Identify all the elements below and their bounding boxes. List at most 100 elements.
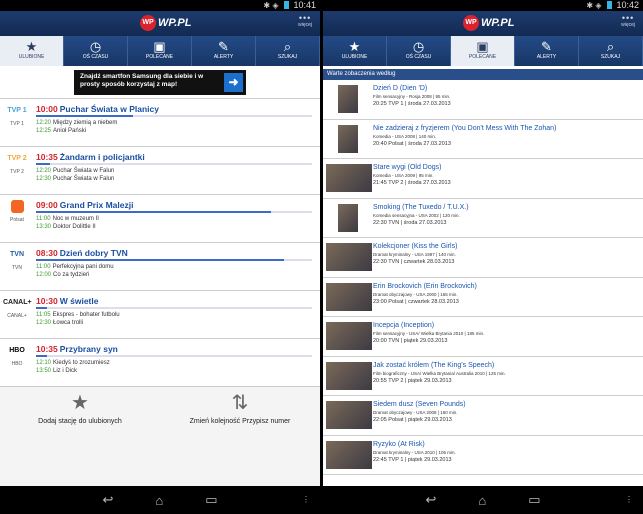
next-item[interactable]: 12:30 Łowca trolli	[36, 319, 320, 327]
movie-genre: Dramat kryminalny - USA 1997 | 140 min.	[373, 252, 456, 257]
next-item[interactable]: 12:00 Co za tydzień	[36, 271, 320, 279]
movie-item[interactable]: Smoking (The Tuxedo / T.U.X.) Komedia se…	[323, 199, 643, 238]
channel-name: TVP 1	[10, 121, 24, 127]
channel-row[interactable]: CANAL+ CANAL+ 10:30 W świetle 11:05 Ekspre…	[0, 291, 320, 339]
movie-genre: Film sensacyjny - Rosja 2008 | 95 min.	[373, 94, 451, 99]
add-station-button[interactable]: ★ Dodaj stację do ulubionych	[0, 391, 160, 497]
channel-logo: Polsat	[3, 200, 31, 223]
tab-bar: ★ ULUBIONE ◷ OŚ CZASU ▣ POLECANE ✎ ALERTY ⌕ S…	[323, 36, 643, 66]
movie-airtime: 20:40 Polsat | środa 27.03.2013	[373, 140, 451, 147]
channel-row[interactable]: HBO HBO 10:35 Przybrany syn 12:10 Kiedyś t…	[0, 339, 320, 387]
movie-airtime: 20:00 TVN | piątek 29.03.2013	[373, 338, 448, 344]
movie-thumbnail	[326, 401, 372, 429]
next-item[interactable]: 12:20 Puchar Świata w Falun	[36, 167, 320, 175]
now-playing[interactable]: 10:30 W świetle	[36, 291, 320, 306]
right-screen: ✱ ◈ 10:42 WP WP.PL ••• więcej ★ ULUBIONE ◷ OŚ…	[323, 0, 643, 514]
now-time: 08:30	[36, 248, 58, 258]
channel-row[interactable]: TVP 1 TVP 1 10:00 Puchar Świata w Planicy…	[0, 99, 320, 147]
now-time: 10:35	[36, 344, 58, 354]
channel-name: CANAL+	[7, 313, 27, 319]
next-item[interactable]: 11:05 Ekspres - bohater futbolu	[36, 311, 320, 319]
status-bar: ✱ ◈ 10:41	[0, 0, 320, 11]
star-icon: ★	[25, 39, 38, 54]
channel-name: Polsat	[10, 217, 24, 223]
movie-title: Erin Brockovich (Erin Brockovich)	[373, 282, 477, 290]
tab-ulubione[interactable]: ★ ULUBIONE	[323, 36, 387, 66]
channel-row[interactable]: TVP 2 TVP 2 10:35 Żandarm i policjantki 1…	[0, 147, 320, 195]
progress-bar	[36, 259, 312, 261]
channel-row[interactable]: Polsat 09:00 Grand Prix Malezji 11:00 Noc …	[0, 195, 320, 243]
next-item[interactable]: 11:00 Perfekcyjna pani domu	[36, 263, 320, 271]
next-item[interactable]: 13:30 Doktor Dolittle II	[36, 223, 320, 231]
next-item[interactable]: 12:20 Między ziemią a niebem	[36, 119, 320, 127]
next-item[interactable]: 13:50 Liz i Dick	[36, 367, 320, 375]
star-icon: ★	[348, 39, 361, 54]
movie-item[interactable]: Siedem dusz (Seven Pounds) Dramat obycza…	[323, 396, 643, 436]
ad-banner[interactable]: Znajdź smartfon Samsung dla siebie i w p…	[74, 70, 246, 95]
tab-alerty[interactable]: ✎ ALERTY	[515, 36, 579, 66]
tab-os-czasu[interactable]: ◷ OŚ CZASU	[387, 36, 451, 66]
bluetooth-icon: ✱ ◈	[586, 1, 602, 10]
tab-szukaj[interactable]: ⌕ SZUKAJ	[256, 36, 320, 66]
movie-thumbnail	[326, 322, 372, 350]
now-playing[interactable]: 10:35 Przybrany syn	[36, 339, 320, 354]
tab-os-czasu[interactable]: ◷ OŚ CZASU	[64, 36, 128, 66]
movie-item[interactable]: Kolekcjoner (Kiss the Girls) Dramat krym…	[323, 238, 643, 278]
movie-genre: Komedia sensacyjna - USA 2002 | 120 min.	[373, 212, 460, 218]
movie-item[interactable]: Jak zostać królem (The King's Speech) Fi…	[323, 357, 643, 396]
next-item[interactable]: 11:00 Noc w muzeum II	[36, 215, 320, 223]
now-title: Dzień dobry TVN	[59, 248, 128, 258]
menu-dots-icon[interactable]: ⋮	[302, 495, 310, 504]
tab-ulubione[interactable]: ★ ULUBIONE	[0, 36, 64, 66]
next-item[interactable]: 12:30 Puchar Świata w Falun	[36, 175, 320, 183]
tab-polecane[interactable]: ▣ POLECANE	[451, 36, 515, 66]
back-icon[interactable]: ↩	[102, 492, 113, 508]
channel-row[interactable]: TVN TVN 08:30 Dzień dobry TVN 11:00 Perfek…	[0, 243, 320, 291]
movie-title: Nie zadzieraj z fryzjerem (You Don't Mes…	[373, 124, 557, 132]
more-dots-icon: •••	[298, 13, 312, 23]
movie-title: Incepcja (Inception)	[373, 322, 435, 329]
now-playing[interactable]: 09:00 Grand Prix Malezji	[36, 195, 320, 210]
tab-szukaj[interactable]: ⌕ SZUKAJ	[579, 36, 643, 66]
tab-alerty[interactable]: ✎ ALERTY	[192, 36, 256, 66]
app-header: WP WP.PL ••• więcej	[0, 11, 320, 36]
recent-apps-icon[interactable]: ▭	[205, 492, 217, 508]
progress-bar	[36, 163, 312, 165]
tab-polecane[interactable]: ▣ POLECANE	[128, 36, 192, 66]
now-time: 10:00	[36, 104, 58, 114]
next-item[interactable]: 12:10 Kiedyś to zrozumiesz	[36, 359, 320, 367]
movie-thumbnail	[338, 203, 358, 232]
now-playing[interactable]: 10:00 Puchar Świata w Planicy	[36, 99, 320, 114]
progress-bar	[36, 355, 312, 357]
reorder-button[interactable]: ⇅ Zmień kolejność Przypisz numer	[160, 391, 320, 497]
recent-apps-icon[interactable]: ▭	[528, 492, 540, 508]
tv-icon: ▣	[476, 39, 489, 54]
movie-item[interactable]: Dzień D (Dien 'D) Film sensacyjny - Rosj…	[323, 80, 643, 120]
home-icon[interactable]: ⌂	[155, 493, 163, 508]
movie-item[interactable]: Nie zadzieraj z fryzjerem (You Don't Mes…	[323, 120, 643, 159]
wp-logo: WP WP.PL	[463, 15, 514, 31]
back-icon[interactable]: ↩	[425, 492, 436, 508]
arrow-right-icon: ➜	[224, 73, 243, 92]
now-title: Grand Prix Malezji	[59, 200, 134, 210]
channel-logo-icon: TVP 1	[7, 107, 27, 114]
next-item[interactable]: 12:25 Anioł Pański	[36, 127, 320, 135]
movie-item[interactable]: Stare wygi (Old Dogs) Komedia - USA 2009…	[323, 159, 643, 199]
now-playing[interactable]: 08:30 Dzień dobry TVN	[36, 243, 320, 258]
now-title: Żandarm i policjantki	[59, 152, 145, 162]
status-time: 10:42	[616, 0, 639, 10]
movie-item[interactable]: Erin Brockovich (Erin Brockovich) Dramat…	[323, 278, 643, 317]
pin-icon: ✎	[218, 39, 229, 54]
more-button[interactable]: ••• więcej	[298, 13, 312, 29]
now-playing[interactable]: 10:35 Żandarm i policjantki	[36, 147, 320, 162]
movie-item[interactable]: Ryzyko (At Risk) Dramat kryminalny - USA…	[323, 436, 643, 475]
movie-airtime: 23:00 Polsat | czwartek 28.03.2013	[373, 298, 459, 305]
movie-airtime: 20:55 TVP 2 | piątek 29.03.2013	[373, 377, 452, 384]
more-button[interactable]: ••• więcej	[621, 14, 635, 29]
movie-item[interactable]: Incepcja (Inception) Film sensacyjny - U…	[323, 317, 643, 357]
progress-bar	[36, 211, 312, 213]
wp-logo: WP WP.PL	[140, 15, 191, 31]
menu-dots-icon[interactable]: ⋮	[625, 495, 633, 504]
progress-bar	[36, 307, 312, 309]
home-icon[interactable]: ⌂	[478, 493, 486, 508]
